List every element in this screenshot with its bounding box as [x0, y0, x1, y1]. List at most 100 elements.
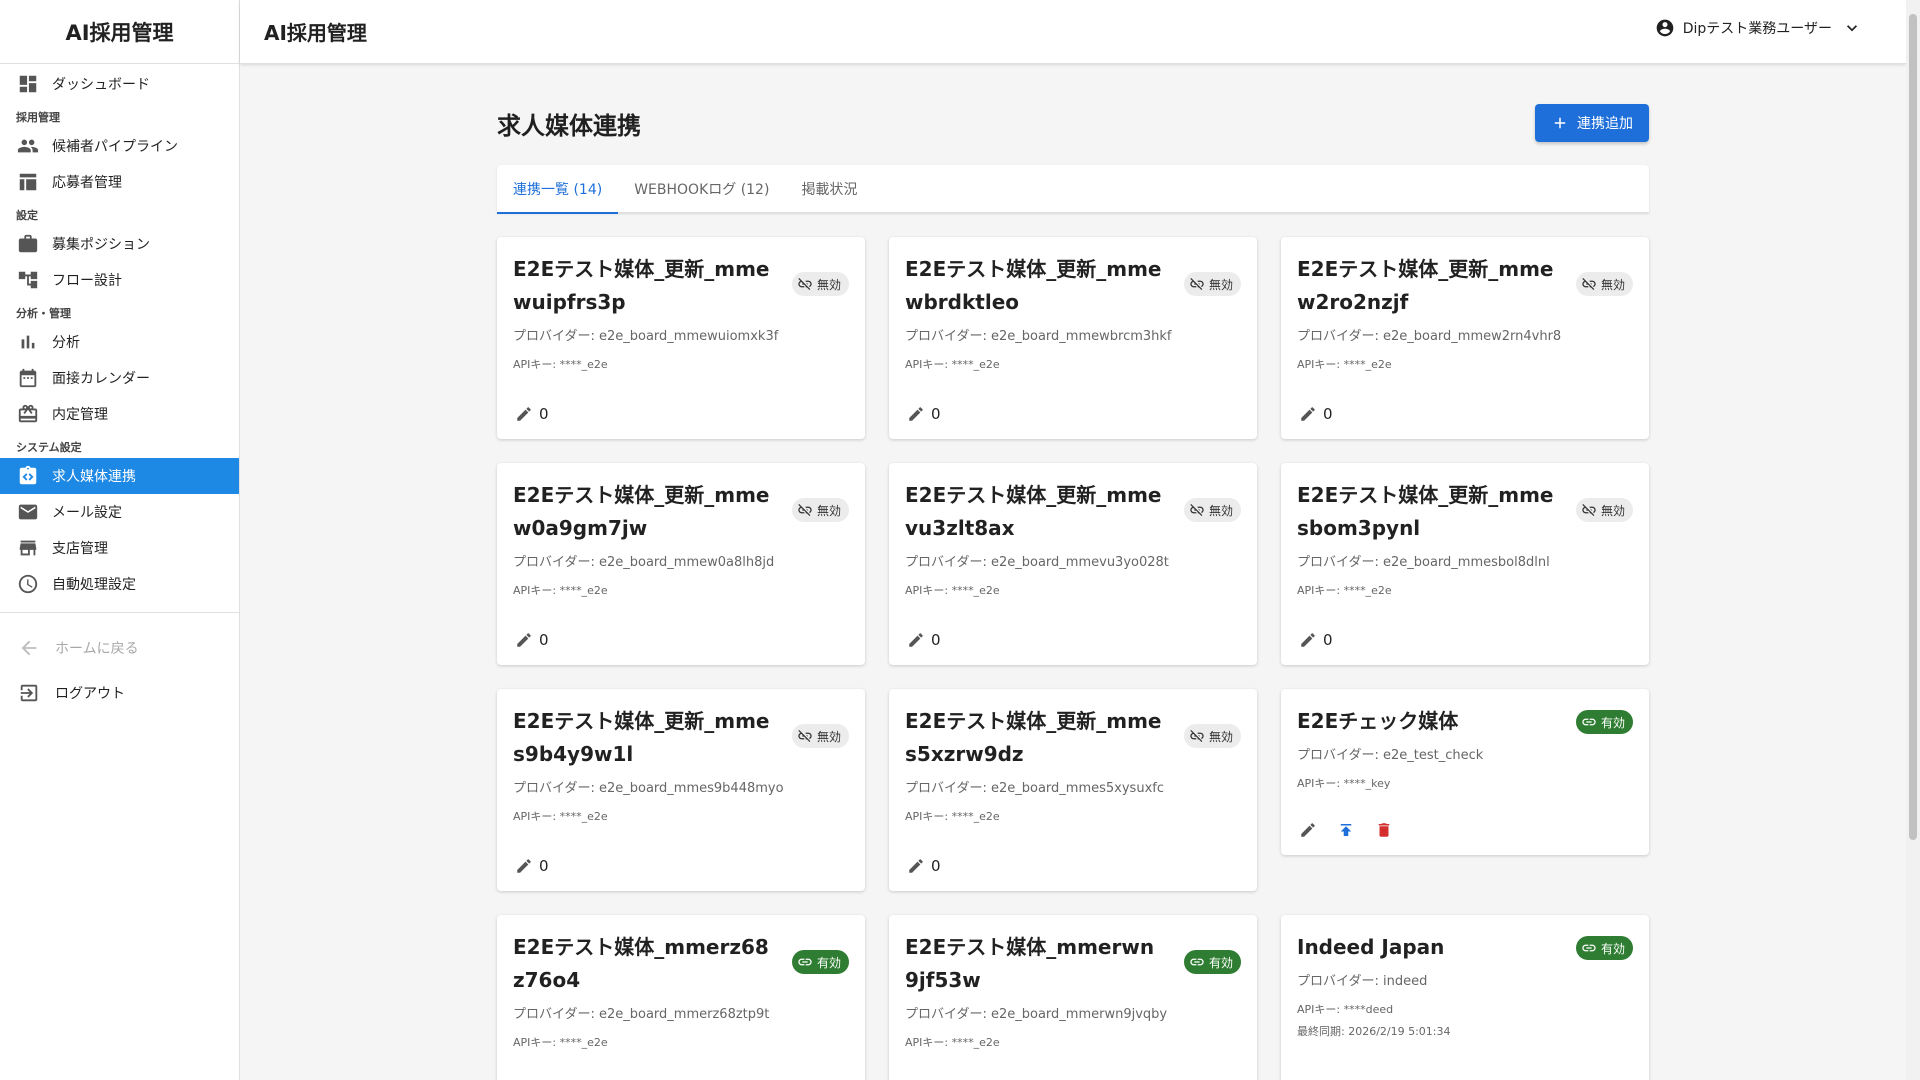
status-label: 有効 — [1208, 955, 1233, 970]
pencil-icon — [515, 857, 533, 875]
edit-button[interactable] — [1297, 403, 1319, 425]
card-title: E2Eテスト媒体_更新_mmes9b4y9w1l — [513, 709, 770, 766]
sidebar-item-applicants[interactable]: 応募者管理 — [0, 164, 239, 200]
link-off-icon — [1581, 276, 1597, 292]
link-off-icon — [797, 502, 813, 518]
edit-button[interactable] — [905, 855, 927, 877]
logout-icon — [18, 682, 40, 704]
status-badge: 無効 — [791, 724, 849, 748]
card-title: E2Eテスト媒体_更新_mmevu3zlt8ax — [905, 483, 1162, 540]
sidebar-item-flow[interactable]: フロー設計 — [0, 262, 239, 298]
flow-tree-icon — [17, 269, 39, 291]
link-off-icon — [797, 728, 813, 744]
edit-button[interactable] — [1297, 629, 1319, 651]
arrow-back-icon — [18, 637, 40, 659]
card-title: E2Eテスト媒体_更新_mmewbrdktleo — [905, 257, 1162, 314]
scrollbar[interactable] — [1906, 0, 1920, 1080]
sidebar-item-analytics[interactable]: 分析 — [0, 324, 239, 360]
tab-webhook-logs[interactable]: WEBHOOKログ (12) — [618, 165, 785, 213]
edit-button[interactable] — [905, 403, 927, 425]
status-label: 無効 — [816, 503, 841, 518]
card-provider: プロバイダー: e2e_board_mmerz68ztp9t — [513, 1007, 770, 1022]
pencil-icon — [515, 405, 533, 423]
link-icon — [1581, 940, 1597, 956]
link-off-icon — [1189, 728, 1205, 744]
integration-card: E2Eテスト媒体_更新_mmew0a9gm7jw 無効 プロバイダー: e2e_… — [497, 463, 865, 665]
status-label: 無効 — [816, 277, 841, 292]
sidebar-item-job-boards[interactable]: 求人媒体連携 — [0, 458, 239, 494]
link-off-icon — [1581, 502, 1597, 518]
scrollbar-thumb[interactable] — [1909, 14, 1917, 840]
card-api-key: APIキー: ****_e2e — [513, 584, 608, 597]
card-last-sync: 最終同期: 2026/2/19 5:01:34 — [1297, 1025, 1451, 1038]
card-title: E2Eテスト媒体_更新_mmewuipfrs3p — [513, 257, 770, 314]
tab-posting-status[interactable]: 掲載状況 — [785, 165, 873, 213]
sidebar: AI採用管理 ダッシュボード 採用管理 候補者パイプライン 応募者管理 設定 募… — [0, 0, 240, 1080]
integration-card: E2Eテスト媒体_更新_mmewuipfrs3p 無効 プロバイダー: e2e_… — [497, 237, 865, 439]
link-off-icon — [1189, 276, 1205, 292]
status-badge: 無効 — [791, 272, 849, 296]
status-badge: 有効 — [1183, 950, 1241, 974]
card-actions: 0 — [1297, 629, 1333, 651]
sidebar-item-positions[interactable]: 募集ポジション — [0, 226, 239, 262]
integration-card: E2Eチェック媒体 有効 プロバイダー: e2e_test_check APIキー… — [1281, 689, 1649, 855]
card-actions: 0 — [905, 855, 941, 877]
card-api-key: APIキー: ****_e2e — [905, 584, 1000, 597]
status-label: 無効 — [1600, 277, 1625, 292]
edit-button[interactable] — [513, 629, 535, 651]
gift-card-icon — [17, 403, 39, 425]
card-title: E2Eテスト媒体_更新_mmew0a9gm7jw — [513, 483, 770, 540]
add-integration-button[interactable]: 連携追加 — [1535, 104, 1649, 142]
sidebar-section-analysis: 分析・管理 — [16, 307, 71, 320]
app-header: AI採用管理 Dipテスト業務ユーザー — [240, 0, 1906, 64]
status-label: 有効 — [1600, 715, 1625, 730]
card-count: 0 — [539, 631, 549, 649]
integration-icon — [17, 465, 39, 487]
status-badge: 無効 — [1575, 272, 1633, 296]
pencil-icon — [1299, 405, 1317, 423]
sidebar-item-label: 分析 — [52, 335, 80, 351]
edit-button[interactable] — [905, 629, 927, 651]
sidebar-item-mail[interactable]: メール設定 — [0, 494, 239, 530]
card-provider: プロバイダー: indeed — [1297, 974, 1428, 989]
sidebar-item-calendar[interactable]: 面接カレンダー — [0, 360, 239, 396]
status-label: 有効 — [816, 955, 841, 970]
card-count: 0 — [1323, 631, 1333, 649]
pencil-icon — [515, 631, 533, 649]
sidebar-item-home[interactable]: ホームに戻る — [0, 625, 239, 670]
sidebar-item-label: 自動処理設定 — [52, 577, 136, 593]
card-count: 0 — [539, 857, 549, 875]
sidebar-item-pipeline[interactable]: 候補者パイプライン — [0, 128, 239, 164]
card-provider: プロバイダー: e2e_test_check — [1297, 748, 1484, 763]
sidebar-item-logout[interactable]: ログアウト — [0, 670, 239, 715]
card-provider: プロバイダー: e2e_board_mmerwn9jvqby — [905, 1007, 1168, 1022]
integration-card: E2Eテスト媒体_mmerz68z76o4 有効 プロバイダー: e2e_boa… — [497, 915, 865, 1080]
edit-button[interactable] — [1297, 819, 1319, 841]
sidebar-app-title: AI採用管理 — [0, 0, 239, 64]
card-api-key: APIキー: ****_e2e — [513, 358, 608, 371]
card-actions: 0 — [905, 629, 941, 651]
delete-button[interactable] — [1373, 819, 1395, 841]
tab-integrations[interactable]: 連携一覧 (14) — [497, 165, 619, 214]
store-icon — [17, 537, 39, 559]
status-label: 有効 — [1600, 941, 1625, 956]
sidebar-item-label: 求人媒体連携 — [52, 469, 136, 485]
edit-button[interactable] — [513, 855, 535, 877]
sidebar-item-dashboard[interactable]: ダッシュボード — [0, 66, 239, 102]
calendar-icon — [17, 367, 39, 389]
card-provider: プロバイダー: e2e_board_mmewuiomxk3f — [513, 329, 779, 344]
publish-button[interactable] — [1335, 819, 1357, 841]
card-provider: プロバイダー: e2e_board_mmes5xysuxfc — [905, 781, 1164, 796]
sidebar-item-label: 候補者パイプライン — [52, 139, 178, 155]
sidebar-item-offers[interactable]: 内定管理 — [0, 396, 239, 432]
pencil-icon — [1299, 631, 1317, 649]
user-menu[interactable]: Dipテスト業務ユーザー — [1655, 18, 1862, 38]
sidebar-item-automation[interactable]: 自動処理設定 — [0, 566, 239, 602]
header-title: AI採用管理 — [264, 21, 367, 45]
page-header: 求人媒体連携 連携追加 — [497, 104, 1649, 142]
link-icon — [1581, 714, 1597, 730]
tabs: 連携一覧 (14) WEBHOOKログ (12) 掲載状況 — [497, 165, 1649, 214]
edit-button[interactable] — [513, 403, 535, 425]
integration-card: E2Eテスト媒体_更新_mmesbom3pynl 無効 プロバイダー: e2e_… — [1281, 463, 1649, 665]
sidebar-item-branches[interactable]: 支店管理 — [0, 530, 239, 566]
